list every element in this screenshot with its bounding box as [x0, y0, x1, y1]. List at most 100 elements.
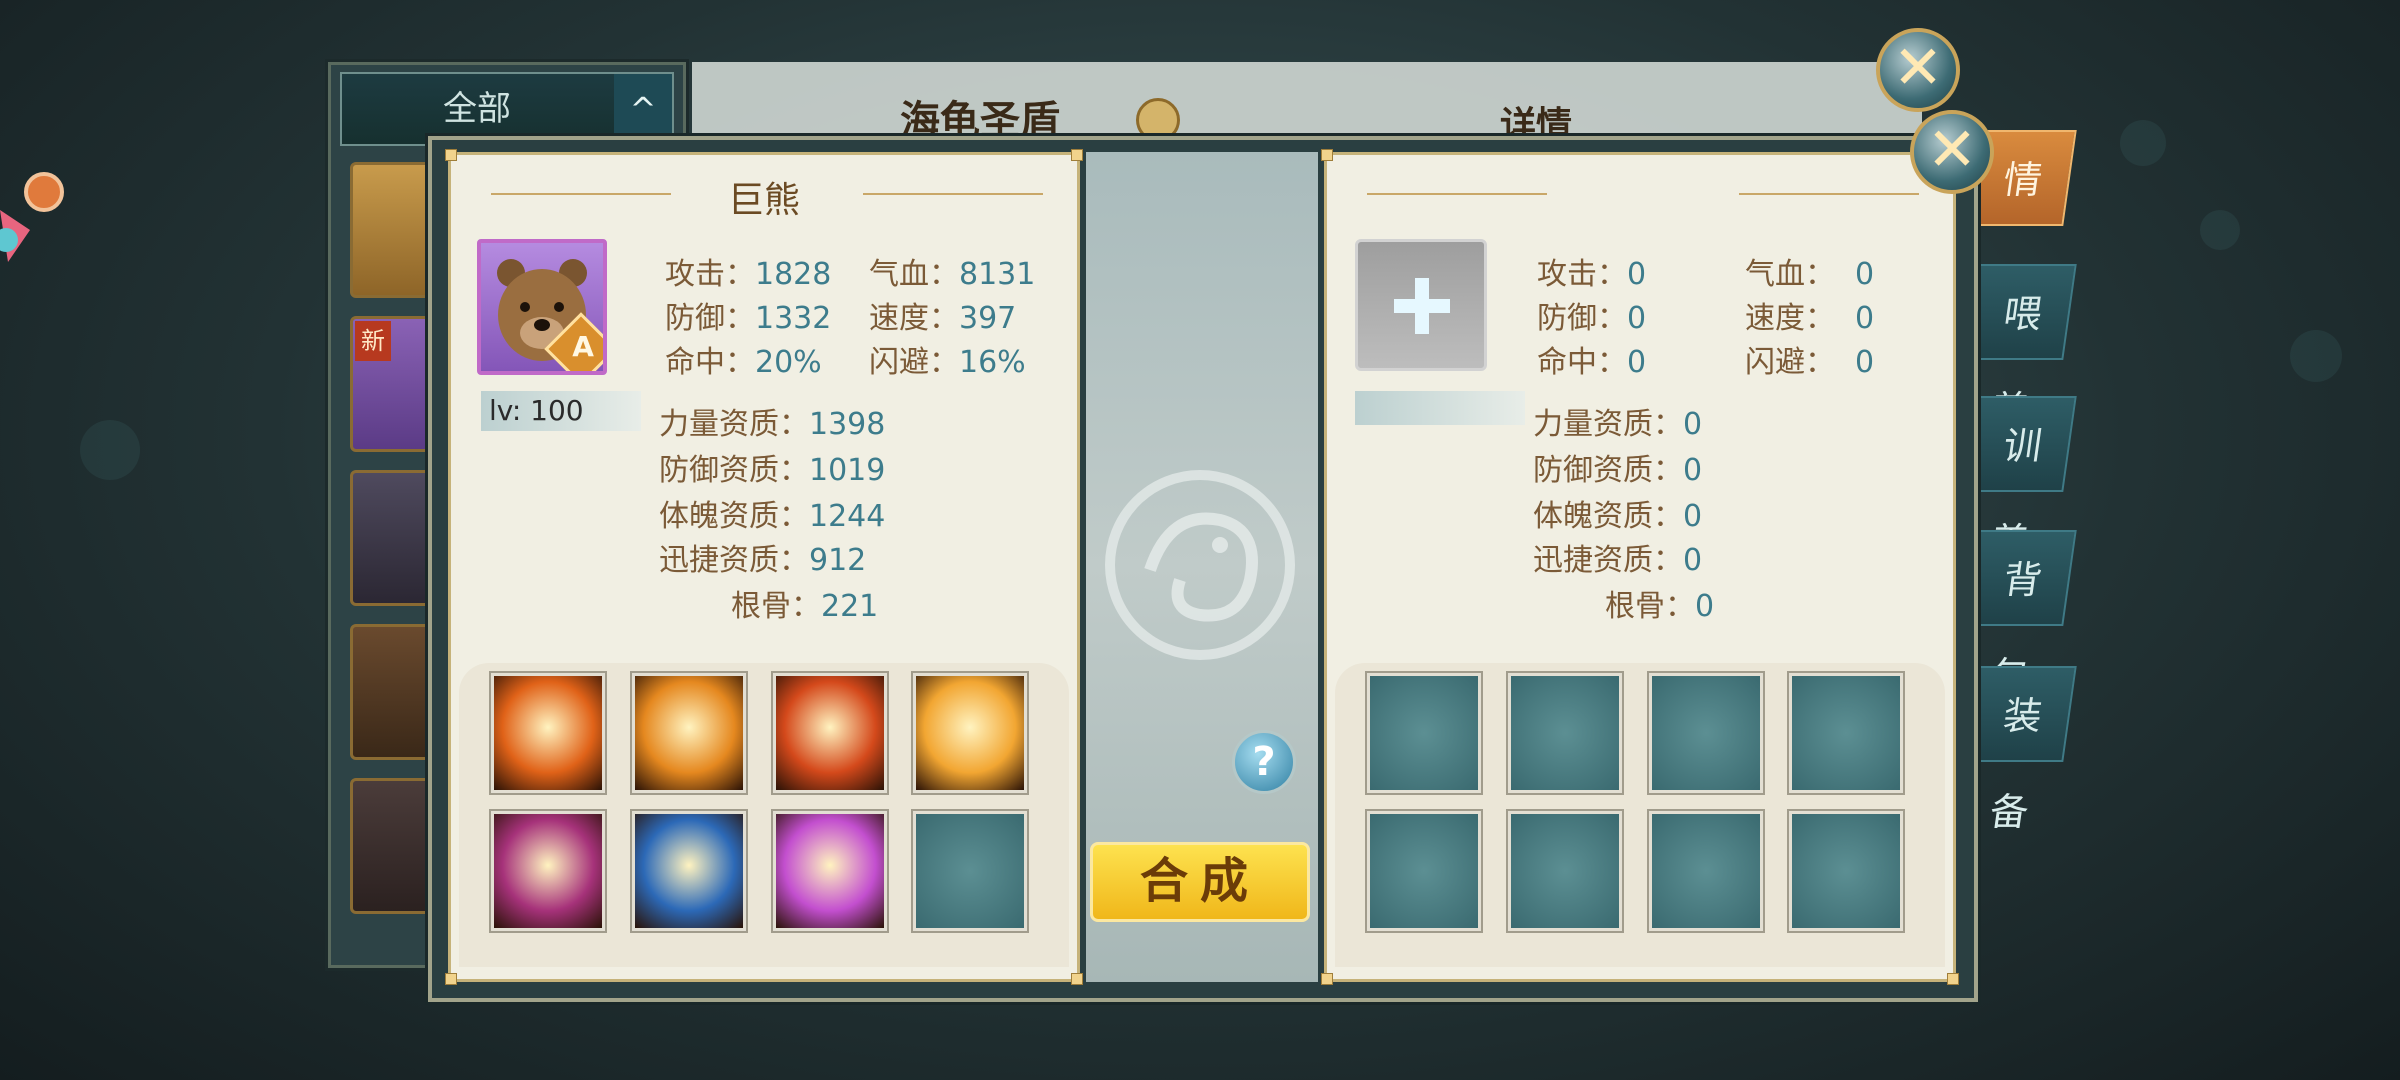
skill-pink-orb-icon[interactable] — [773, 811, 887, 931]
plus-icon — [1394, 268, 1450, 344]
skill-fire-tiger-icon[interactable] — [632, 673, 746, 793]
tab-equip[interactable]: 装 备 — [1963, 666, 2077, 834]
empty-skill-slot[interactable] — [913, 811, 1027, 931]
defense-aptitude-label: 防御资质： — [1533, 453, 1683, 488]
agility-aptitude: 迅捷资质：912 — [659, 535, 866, 579]
speed-value: 397 — [959, 301, 1017, 336]
hp-label: 气血： — [1745, 257, 1835, 292]
empty-skill-slot[interactable] — [1789, 811, 1903, 931]
empty-skill-slot[interactable] — [1649, 673, 1763, 793]
attack-label: 攻击： — [1537, 257, 1627, 292]
corner-ornament — [1071, 149, 1083, 161]
agility-aptitude: 迅捷资质：0 — [1533, 535, 1702, 579]
bokeh-light — [2200, 210, 2240, 250]
strength-label: 力量资质： — [1533, 407, 1683, 442]
empty-skill-slot[interactable] — [1367, 811, 1481, 931]
defense-aptitude: 防御资质：1019 — [659, 445, 885, 489]
dodge-value: 0 — [1855, 345, 1875, 380]
defense-aptitude-value: 1019 — [809, 453, 886, 488]
dodge-label: 闪避： — [869, 345, 959, 380]
agility-value: 912 — [809, 543, 867, 578]
hp-value: 0 — [1855, 257, 1875, 292]
level-label: lv: 100 — [481, 391, 641, 431]
pet-portrait[interactable]: A — [477, 239, 607, 375]
hit-stat: 命中：0 — [1537, 337, 1646, 381]
tab-bag[interactable]: 背 包 — [1963, 530, 2077, 698]
speed-label: 速度： — [869, 301, 959, 336]
attack-stat: 攻击：1828 — [665, 249, 831, 293]
skill-light-burst-icon[interactable] — [913, 673, 1027, 793]
physique-aptitude: 体魄资质：0 — [1533, 491, 1702, 535]
chevron-up-icon[interactable]: ^ — [614, 74, 672, 144]
orange-dot-icon — [24, 172, 64, 212]
speed-stat: 速度：397 — [869, 293, 1016, 337]
attack-label: 攻击： — [665, 257, 755, 292]
empty-skill-slot[interactable] — [1508, 811, 1622, 931]
attack-stat: 攻击：0 — [1537, 249, 1646, 293]
pet-name: 巨熊 — [727, 180, 800, 221]
help-button[interactable]: ? — [1232, 730, 1296, 794]
physique-value: 0 — [1683, 499, 1703, 534]
dodge-stat: 闪避：16% — [869, 337, 1026, 381]
hp-value: 8131 — [959, 257, 1036, 292]
empty-skill-slot[interactable] — [1508, 673, 1622, 793]
skill-purple-claw-icon[interactable] — [491, 811, 605, 931]
new-badge: 新 — [355, 321, 391, 361]
tab-feed[interactable]: 喂 养 — [1963, 264, 2077, 432]
strength-aptitude: 力量资质：0 — [1533, 399, 1702, 443]
synthesize-button[interactable]: 合成 — [1090, 842, 1310, 922]
pet-thumb[interactable] — [350, 624, 436, 760]
pet-thumb[interactable] — [350, 778, 436, 914]
physique-aptitude: 体魄资质：1244 — [659, 491, 885, 535]
filter-label: 全部 — [443, 89, 511, 129]
hit-stat: 命中：20% — [665, 337, 822, 381]
speed-stat: 速度： 0 — [1745, 293, 1874, 337]
skill-phoenix-icon[interactable] — [773, 673, 887, 793]
empty-skill-slot[interactable] — [1649, 811, 1763, 931]
skill-flame-shield-icon[interactable] — [491, 673, 605, 793]
left-pet-card: 巨熊 A lv: 100 攻击：1828 气血：8131 防御：1332 速度：… — [445, 149, 1083, 985]
dragon-emblem-icon — [1105, 470, 1295, 660]
pet-thumb[interactable] — [350, 470, 436, 606]
defense-label: 防御： — [665, 301, 755, 336]
hp-stat: 气血：8131 — [869, 249, 1035, 293]
root-label: 根骨： — [1605, 589, 1695, 624]
agility-label: 迅捷资质： — [659, 543, 809, 578]
root-label: 根骨： — [731, 589, 821, 624]
hit-value: 0 — [1627, 345, 1647, 380]
hit-value: 20% — [755, 345, 822, 380]
strength-label: 力量资质： — [659, 407, 809, 442]
close-dialog-icon[interactable]: ✕ — [1910, 110, 1994, 194]
dodge-value: 16% — [959, 345, 1026, 380]
physique-value: 1244 — [809, 499, 886, 534]
strength-aptitude: 力量资质：1398 — [659, 399, 885, 443]
star-icon[interactable] — [0, 200, 40, 270]
empty-skill-slot[interactable] — [1367, 673, 1481, 793]
defense-value: 0 — [1627, 301, 1647, 336]
skill-blue-strike-icon[interactable] — [632, 811, 746, 931]
corner-ornament — [1071, 973, 1083, 985]
attack-value: 0 — [1627, 257, 1647, 292]
title-ornament — [1739, 193, 1919, 195]
agility-label: 迅捷资质： — [1533, 543, 1683, 578]
dodge-label: 闪避： — [1745, 345, 1835, 380]
add-pet-button[interactable] — [1355, 239, 1487, 371]
pet-thumb[interactable] — [350, 162, 436, 298]
corner-ornament — [1321, 149, 1333, 161]
defense-stat: 防御：1332 — [665, 293, 831, 337]
close-icon[interactable]: ✕ — [1876, 28, 1960, 112]
tab-train[interactable]: 训 养 — [1963, 396, 2077, 564]
filter-dropdown[interactable]: 全部 ^ — [340, 72, 674, 146]
title-ornament — [1367, 193, 1547, 195]
defense-aptitude-label: 防御资质： — [659, 453, 809, 488]
bokeh-light — [2120, 120, 2166, 166]
pet-thumb[interactable]: 新 — [350, 316, 436, 452]
physique-label: 体魄资质： — [659, 499, 809, 534]
empty-skill-slot[interactable] — [1789, 673, 1903, 793]
physique-label: 体魄资质： — [1533, 499, 1683, 534]
grade-label: A — [572, 329, 594, 363]
dodge-stat: 闪避： 0 — [1745, 337, 1874, 381]
bokeh-light — [2290, 330, 2342, 382]
hit-label: 命中： — [1537, 345, 1627, 380]
speed-value: 0 — [1855, 301, 1875, 336]
